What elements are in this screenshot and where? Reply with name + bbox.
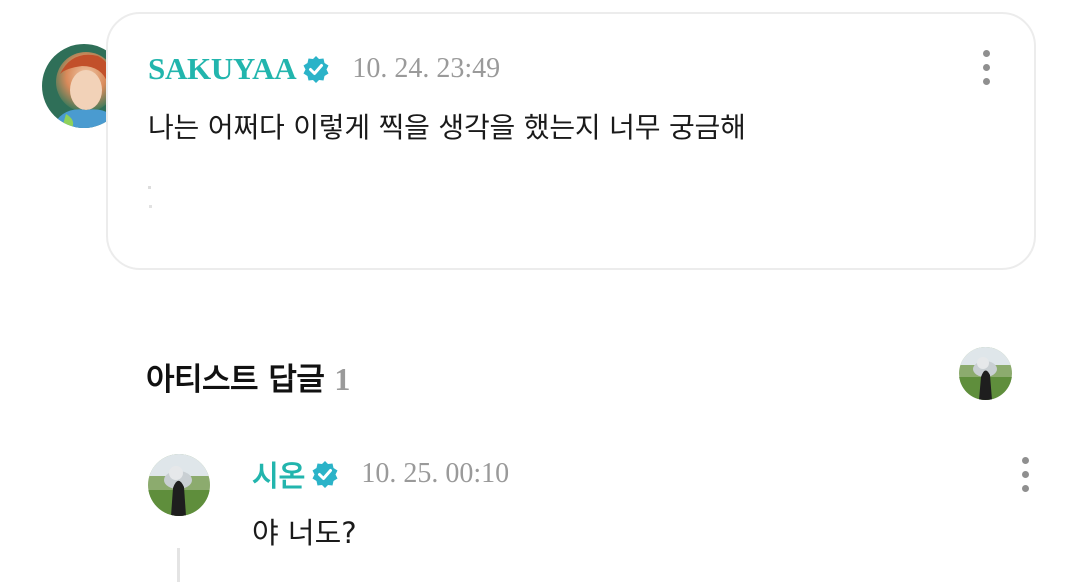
reply-username[interactable]: 시온	[252, 453, 305, 495]
divider	[148, 186, 151, 189]
fan-post-card: SAKUYAA 10. 24. 23:49 나는 어쩌다 이렇게 찍을 생각을 …	[106, 12, 1036, 270]
reply-header: 시온 10. 25. 00:10	[252, 457, 510, 493]
post-username[interactable]: SAKUYAA	[148, 51, 297, 87]
reply-author-avatar[interactable]	[148, 454, 210, 516]
divider	[149, 205, 152, 208]
post-header: SAKUYAA 10. 24. 23:49	[148, 51, 501, 87]
artist-replies-count: 1	[334, 361, 351, 397]
post-timestamp: 10. 24. 23:49	[352, 53, 501, 84]
artist-replies-header: 아티스트 답글 1	[146, 354, 350, 399]
verified-badge-icon	[302, 55, 330, 83]
reply-timestamp: 10. 25. 00:10	[361, 458, 510, 489]
reply-thread-line	[177, 548, 180, 582]
reply-text: 야 너도?	[252, 516, 357, 550]
verified-badge-icon	[311, 460, 339, 488]
artist-replies-title: 아티스트 답글	[146, 362, 325, 398]
artist-avatar-small[interactable]	[959, 347, 1012, 400]
post-text: 나는 어쩌다 이렇게 찍을 생각을 했는지 너무 궁금해	[148, 111, 746, 144]
post-more-options-icon[interactable]	[976, 48, 996, 88]
reply-more-options-icon[interactable]	[1015, 455, 1035, 495]
